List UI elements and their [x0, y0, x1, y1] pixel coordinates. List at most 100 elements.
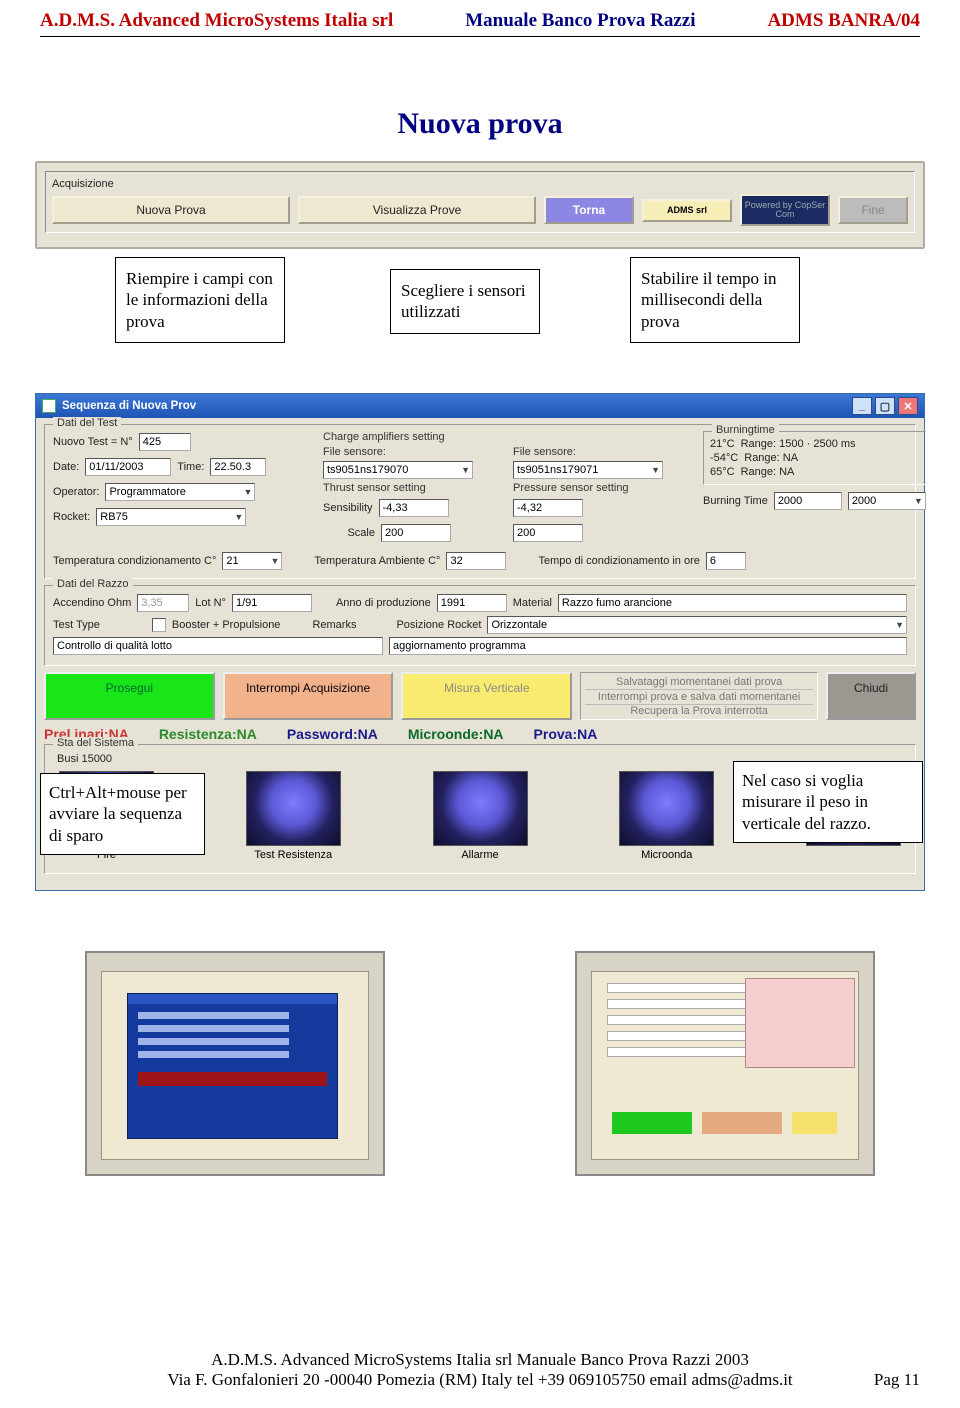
sensibility2-input[interactable]	[513, 499, 583, 517]
acq-fieldset: Acquisizione Nuova Prova Visualizza Prov…	[45, 171, 915, 233]
operator-select[interactable]: Programmatore▼	[105, 483, 255, 501]
close-icon[interactable]: ✕	[898, 397, 918, 415]
callout-choose-sensors: Scegliere i sensori utilizzati	[390, 269, 540, 334]
save-header: Salvataggi momentanei dati prova	[585, 675, 813, 690]
bulb-icon	[246, 771, 341, 846]
page-footer: A.D.M.S. Advanced MicroSystems Italia sr…	[0, 1350, 960, 1390]
status-password: Password:NA	[287, 726, 378, 742]
bulb-label-allarme: Allarme	[461, 849, 498, 861]
chevron-down-icon: ▼	[914, 496, 923, 506]
testtype-input[interactable]	[53, 637, 383, 655]
label-nuovo-test: Nuovo Test = N°	[53, 436, 133, 448]
temp-cond-value: 21	[226, 555, 238, 567]
nuovo-test-input[interactable]	[139, 433, 191, 451]
callout-vertical-weight: Nel caso si voglia misurare il peso in v…	[733, 761, 923, 843]
file-sensore1-select[interactable]: ts9051ns179070▼	[323, 461, 473, 479]
bulb-microonda: Microonda	[619, 771, 714, 861]
temp-cond-select[interactable]: 21 ▼	[222, 552, 282, 570]
sensibility1-input[interactable]	[379, 499, 449, 517]
label-booster: Booster + Propulsione	[172, 619, 281, 631]
lower-callouts: Ctrl+Alt+mouse per avviare la sequenza d…	[35, 891, 925, 911]
file-sensore1-value: ts9051ns179070	[327, 464, 408, 476]
booster-checkbox[interactable]	[152, 618, 166, 632]
header-rule	[40, 36, 920, 37]
label-charge-amp: Charge amplifiers setting	[323, 431, 503, 443]
accendino-input	[137, 594, 189, 612]
scale1-input[interactable]	[381, 524, 451, 542]
label-21c: 21°C	[710, 438, 735, 450]
footer-page: Pag 11	[874, 1370, 920, 1390]
label-time: Time:	[177, 461, 204, 473]
scale2-input[interactable]	[513, 524, 583, 542]
label-thrust-setting: Thrust sensor setting	[323, 482, 503, 494]
status-row: Prel inari:NA Resistenza:NA Password:NA …	[44, 726, 916, 742]
maximize-icon[interactable]: ▢	[875, 397, 895, 415]
label-scale: Scale	[323, 527, 375, 539]
visualizza-prove-button[interactable]: Visualizza Prove	[298, 196, 536, 224]
rocket-select[interactable]: RB75▼	[96, 508, 246, 526]
adms-logo-button[interactable]: ADMS srl	[642, 199, 732, 222]
misura-verticale-button[interactable]: Misura Verticale	[401, 672, 572, 720]
torna-button[interactable]: Torna	[544, 196, 634, 224]
save-line1[interactable]: Interrompi prova e salva dati momentanei	[585, 690, 813, 705]
interrompi-button[interactable]: Interrompi Acquisizione	[223, 672, 394, 720]
label-burningtime-group: Burningtime	[712, 424, 779, 436]
burning-time2-select[interactable]: 2000▼	[848, 492, 926, 510]
label-remarks: Remarks	[312, 619, 356, 631]
temp-amb-input[interactable]	[446, 552, 506, 570]
label-accendino: Accendino Ohm	[53, 597, 131, 609]
pos-rocket-select[interactable]: Orizzontale ▼	[487, 616, 907, 634]
label-date: Date:	[53, 461, 79, 473]
label-pressure-setting: Pressure sensor setting	[513, 482, 693, 494]
group-label-test: Dati del Test	[53, 417, 121, 429]
label-temp-cond: Temperatura condizionamento C°	[53, 555, 216, 567]
bulb-label-extra	[852, 849, 855, 861]
lot-input[interactable]	[232, 594, 312, 612]
label-testtype: Test Type	[53, 619, 100, 631]
thumbnails-row	[85, 951, 875, 1176]
label-65c: 65°C	[710, 466, 735, 478]
file-sensore2-value: ts9051ns179071	[517, 464, 598, 476]
label-operator: Operator:	[53, 486, 99, 498]
label-anno: Anno di produzione	[336, 597, 431, 609]
material-input[interactable]	[558, 594, 907, 612]
thumbnail-left	[85, 951, 385, 1176]
chiudi-button[interactable]: Chiudi	[826, 672, 916, 720]
group-dati-test: Dati del Test Nuovo Test = N° Date: Time…	[44, 424, 916, 579]
prosegui-button[interactable]: Prosegui	[44, 672, 215, 720]
bulb-test-resistenza: Test Resistenza	[246, 771, 341, 861]
group-label-sistema: Sta del Sistema	[53, 737, 138, 749]
remarks-input[interactable]	[389, 637, 907, 655]
save-column: Salvataggi momentanei dati prova Interro…	[580, 672, 818, 720]
status-microonde: Microonde:NA	[408, 726, 504, 742]
save-line2[interactable]: Recupera la Prova interrotta	[585, 705, 813, 717]
file-sensore2-select[interactable]: ts9051ns179071▼	[513, 461, 663, 479]
operator-value: Programmatore	[109, 486, 185, 498]
status-prova: Prova:NA	[534, 726, 598, 742]
minimize-icon[interactable]: _	[852, 397, 872, 415]
nuova-prova-button[interactable]: Nuova Prova	[52, 196, 290, 224]
range-65c: Range: NA	[741, 466, 795, 478]
label-burning-time: Burning Time	[703, 495, 768, 507]
fine-button[interactable]: Fine	[838, 196, 908, 224]
time-input[interactable]	[210, 458, 266, 476]
chevron-down-icon: ▼	[270, 556, 279, 566]
powered-by-button[interactable]: Powered by CopSer Com	[740, 194, 830, 226]
action-row: Prosegui Interrompi Acquisizione Misura …	[44, 672, 916, 720]
label-m54c: -54°C	[710, 452, 738, 464]
chevron-down-icon: ▼	[895, 620, 904, 630]
thumbnail-right	[575, 951, 875, 1176]
label-rocket: Rocket:	[53, 511, 90, 523]
temp-ore-input[interactable]	[706, 552, 746, 570]
anno-input[interactable]	[437, 594, 507, 612]
dialog-title: Sequenza di Nuova Prov	[62, 400, 196, 412]
group-burningtime: Burningtime 21°CRange: 1500 · 2500 ms -5…	[703, 431, 926, 485]
date-input[interactable]	[85, 458, 171, 476]
label-sensibility: Sensibility	[323, 502, 373, 514]
bulb-label-test: Test Resistenza	[254, 849, 332, 861]
pos-rocket-value: Orizzontale	[491, 619, 547, 631]
bulb-label-microonda: Microonda	[641, 849, 692, 861]
page-title: Nuova prova	[0, 107, 960, 141]
bulb-icon	[619, 771, 714, 846]
burning-time1-input[interactable]	[774, 492, 842, 510]
